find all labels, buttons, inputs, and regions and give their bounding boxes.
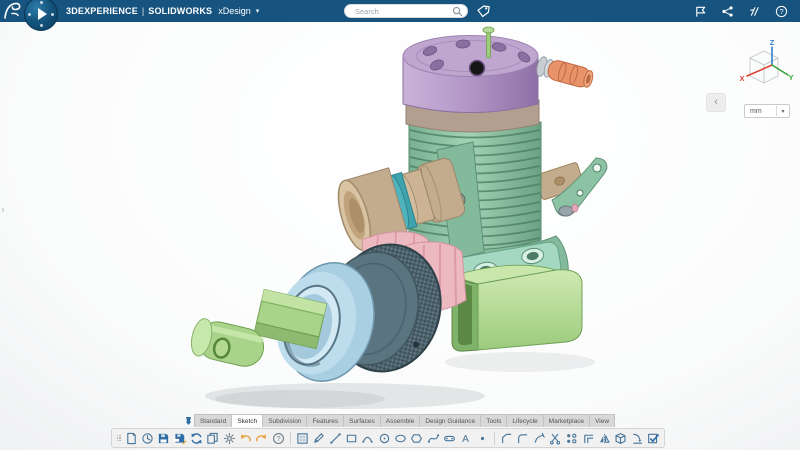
rectangle-icon[interactable]: [345, 431, 358, 446]
left-flyout-toggle[interactable]: ›: [1, 204, 5, 216]
toolbar-separator: [290, 432, 291, 445]
history-icon[interactable]: [141, 431, 154, 446]
polygon-icon[interactable]: [410, 431, 423, 446]
3ds-logo-icon[interactable]: [3, 1, 23, 21]
convert-entities-icon[interactable]: [614, 431, 627, 446]
tab-subdivision[interactable]: Subdivision: [262, 414, 306, 427]
save-icon[interactable]: [157, 431, 170, 446]
3d-viewport[interactable]: [0, 0, 800, 450]
exit-sketch-icon[interactable]: [647, 431, 660, 446]
search-input[interactable]: [353, 6, 452, 17]
line-icon[interactable]: [328, 431, 341, 446]
panel-collapse-button[interactable]: ‹: [706, 93, 726, 112]
svg-text:?: ?: [276, 434, 280, 443]
fillet-icon[interactable]: [516, 431, 529, 446]
text-icon[interactable]: A: [459, 431, 472, 446]
axis-z-label: Z: [770, 38, 775, 47]
spline-icon[interactable]: [426, 431, 439, 446]
arc-icon[interactable]: [361, 431, 374, 446]
extend-icon[interactable]: [532, 431, 545, 446]
chamfer-icon[interactable]: [500, 431, 513, 446]
collaboration-icon[interactable]: [747, 4, 761, 18]
modify-sketch-icon[interactable]: [312, 431, 325, 446]
axis-y-label: Y: [788, 73, 793, 82]
settings-icon[interactable]: [222, 431, 235, 446]
tab-assemble[interactable]: Assemble: [380, 414, 420, 427]
tags-icon[interactable]: [476, 4, 491, 19]
slot-icon[interactable]: [443, 431, 456, 446]
toolbar-separator: [494, 432, 495, 445]
tab-marketplace[interactable]: Marketplace: [543, 414, 589, 427]
compass-play-icon: [38, 8, 47, 20]
trim-icon[interactable]: [549, 431, 562, 446]
tab-lifecycle[interactable]: Lifecycle: [506, 414, 542, 427]
toolbar-help-icon[interactable]: ?: [271, 431, 284, 446]
svg-text:?: ?: [779, 7, 783, 16]
new-design-icon[interactable]: [124, 431, 137, 446]
tab-view[interactable]: View: [589, 414, 615, 427]
save-with-options-icon[interactable]: [173, 431, 186, 446]
svg-text:A: A: [462, 434, 469, 445]
part-pressure-fitting[interactable]: [535, 56, 595, 90]
app-caret-icon[interactable]: ▾: [256, 7, 260, 15]
brand-right: SOLIDWORKS: [148, 6, 212, 16]
project-icon[interactable]: [630, 431, 643, 446]
brand-left: 3DEXPERIENCE: [66, 6, 138, 16]
tab-features[interactable]: Features: [306, 414, 343, 427]
units-caret-icon: ▾: [777, 108, 789, 115]
units-dropdown[interactable]: mm ▾: [744, 104, 790, 118]
sync-icon[interactable]: [190, 431, 203, 446]
action-bar-pin-icon[interactable]: [185, 416, 192, 426]
offset-icon[interactable]: [581, 431, 594, 446]
point-icon[interactable]: [475, 431, 488, 446]
help-icon[interactable]: ?: [774, 4, 788, 18]
toolbar-drag-handle[interactable]: [116, 432, 121, 444]
top-bar: 3DEXPERIENCE | SOLIDWORKS xDesign ▾: [0, 0, 800, 22]
action-bar-toolbar: ? A: [111, 428, 665, 448]
topbar-right-icons: ?: [693, 0, 788, 22]
action-bar-tabs: Standard Sketch Subdivision Features Sur…: [0, 414, 800, 427]
app-name[interactable]: xDesign: [218, 6, 251, 16]
part-cylinder-head[interactable]: [403, 36, 538, 113]
convert-icon[interactable]: [206, 431, 219, 446]
share-icon[interactable]: [720, 4, 734, 18]
mirror-icon[interactable]: [598, 431, 611, 446]
tab-sketch[interactable]: Sketch: [231, 414, 262, 427]
axis-x-label: X: [739, 74, 744, 83]
sketch-icon[interactable]: [296, 431, 309, 446]
tab-design-guidance[interactable]: Design Guidance: [419, 414, 480, 427]
search-bar[interactable]: [344, 4, 468, 18]
notifications-icon[interactable]: [693, 4, 707, 18]
view-cube[interactable]: Z X Y: [730, 38, 794, 104]
redo-icon[interactable]: [255, 431, 268, 446]
ellipse-icon[interactable]: [394, 431, 407, 446]
search-icon[interactable]: [452, 6, 463, 17]
engine-model[interactable]: [188, 27, 607, 391]
undo-icon[interactable]: [239, 431, 252, 446]
tab-tools[interactable]: Tools: [480, 414, 506, 427]
pattern-icon[interactable]: [565, 431, 578, 446]
units-value: mm: [745, 108, 776, 115]
brand-divider: |: [142, 6, 144, 16]
application-window: { "app": { "brand_left": "3DEXPERIENCE",…: [0, 0, 800, 450]
tab-surfaces[interactable]: Surfaces: [343, 414, 380, 427]
tab-standard[interactable]: Standard: [194, 414, 231, 427]
circle-icon[interactable]: [377, 431, 390, 446]
brand-title: 3DEXPERIENCE | SOLIDWORKS xDesign ▾: [66, 0, 259, 22]
